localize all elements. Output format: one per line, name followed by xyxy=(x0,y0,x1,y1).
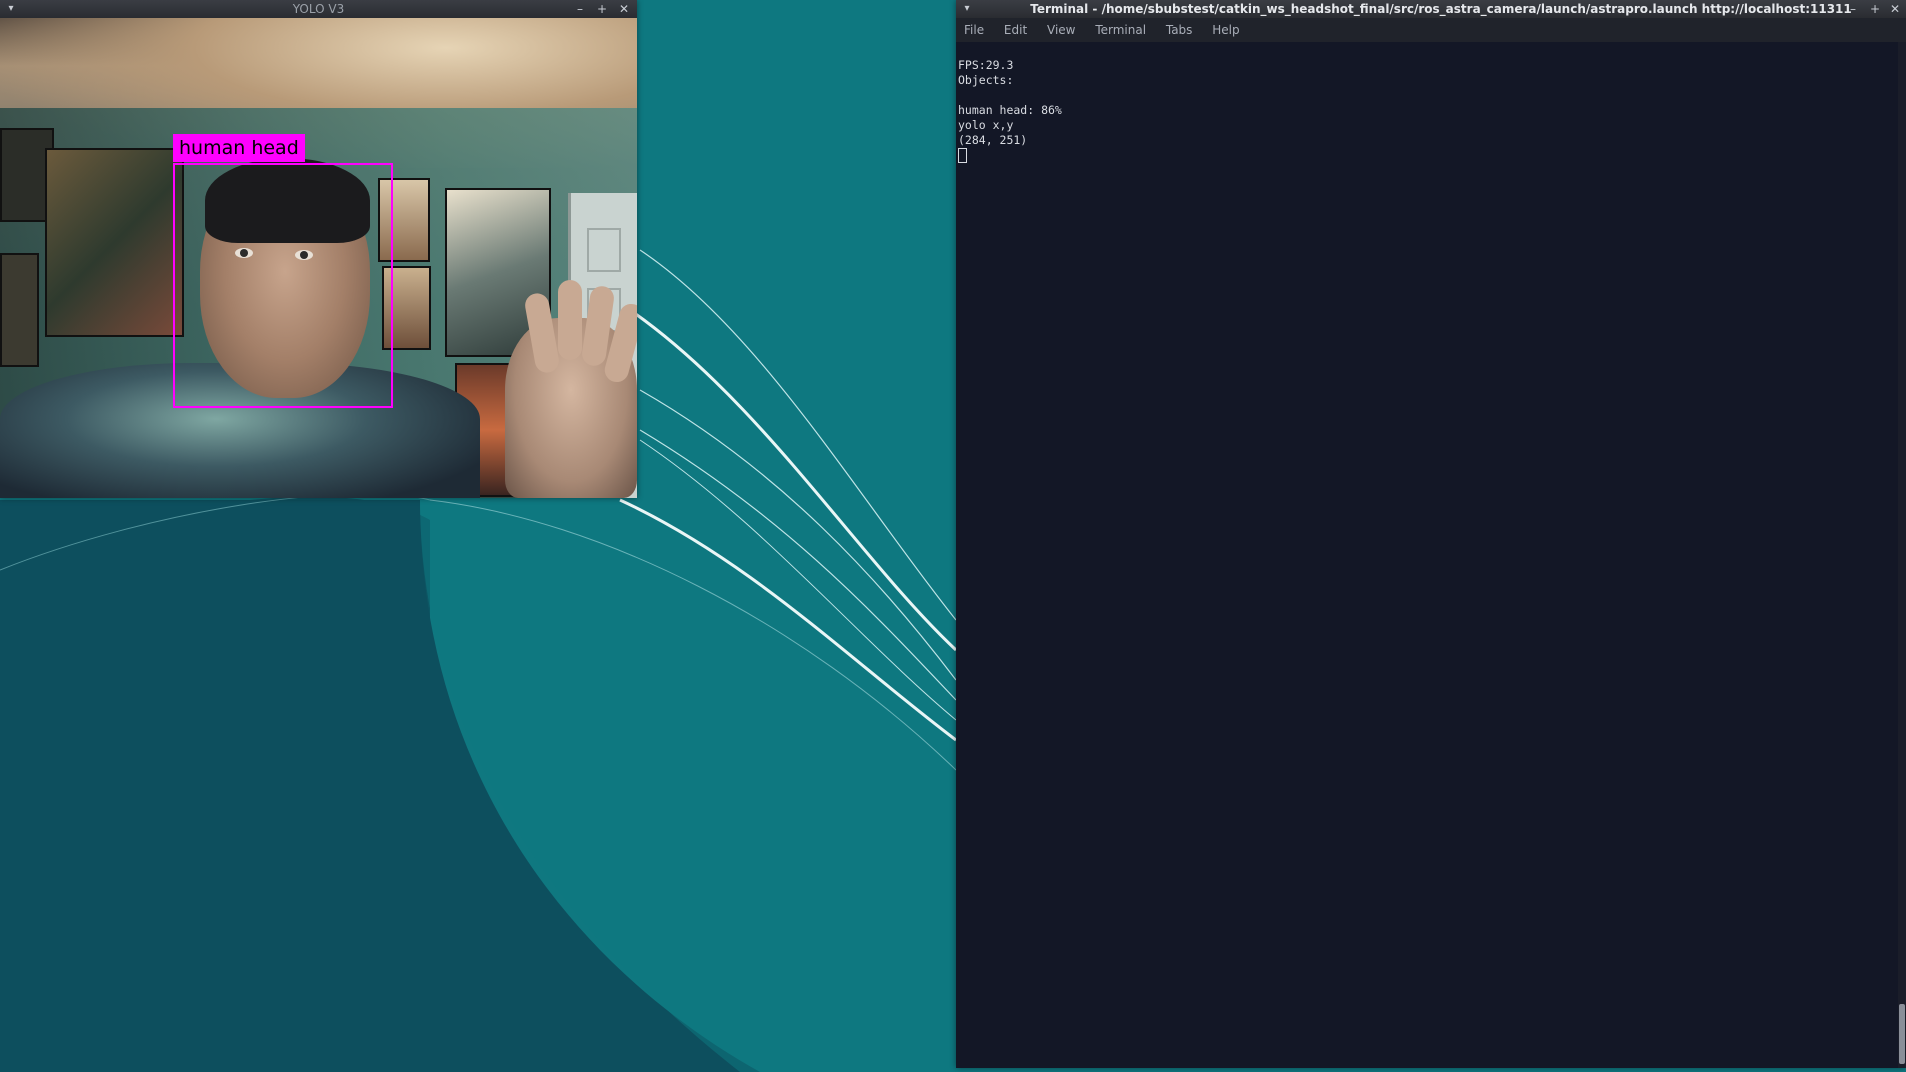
yolo-window-title: YOLO V3 xyxy=(292,2,345,16)
camera-feed: human head xyxy=(0,18,637,498)
terminal-scrollbar[interactable] xyxy=(1898,42,1906,1068)
door-panel xyxy=(587,228,621,272)
menu-help[interactable]: Help xyxy=(1204,18,1247,42)
close-icon[interactable]: ✕ xyxy=(615,0,633,18)
terminal-line: Objects: xyxy=(958,73,1014,87)
close-icon[interactable]: ✕ xyxy=(1886,0,1904,18)
terminal-titlebar[interactable]: ▾ Terminal - /home/sbubstest/catkin_ws_h… xyxy=(956,0,1906,18)
minimize-icon[interactable]: – xyxy=(571,0,589,18)
minimize-icon[interactable]: – xyxy=(1844,0,1862,18)
terminal-window[interactable]: ▾ Terminal - /home/sbubstest/catkin_ws_h… xyxy=(956,0,1906,1068)
maximize-icon[interactable]: + xyxy=(593,0,611,18)
poster xyxy=(45,148,184,337)
detection-bounding-box xyxy=(173,163,393,408)
scrollbar-thumb[interactable] xyxy=(1899,1004,1905,1064)
finger xyxy=(558,280,582,360)
terminal-line: FPS:29.3 xyxy=(958,58,1014,72)
menu-edit[interactable]: Edit xyxy=(996,18,1035,42)
terminal-output[interactable]: FPS:29.3 Objects: human head: 86% yolo x… xyxy=(956,42,1898,1068)
menu-terminal[interactable]: Terminal xyxy=(1087,18,1154,42)
maximize-icon[interactable]: + xyxy=(1866,0,1884,18)
terminal-line: yolo x,y xyxy=(958,118,1014,132)
text-cursor xyxy=(958,148,967,163)
detection-label: human head xyxy=(173,134,305,162)
terminal-window-title: Terminal - /home/sbubstest/catkin_ws_hea… xyxy=(1030,2,1852,16)
menu-tabs[interactable]: Tabs xyxy=(1158,18,1201,42)
menu-view[interactable]: View xyxy=(1039,18,1083,42)
terminal-line: (284, 251) xyxy=(958,133,1028,147)
terminal-prompt-line xyxy=(958,148,1896,163)
yolo-titlebar[interactable]: ▾ YOLO V3 – + ✕ xyxy=(0,0,637,18)
terminal-menubar: File Edit View Terminal Tabs Help xyxy=(956,18,1906,42)
poster xyxy=(0,253,39,367)
menu-file[interactable]: File xyxy=(956,18,992,42)
yolo-window[interactable]: ▾ YOLO V3 – + ✕ human head xyxy=(0,0,637,498)
terminal-line: human head: 86% xyxy=(958,103,1062,117)
